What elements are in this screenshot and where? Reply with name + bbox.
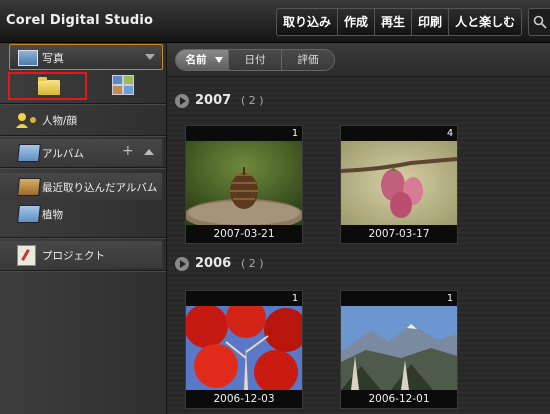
photo-thumbnail[interactable]: 1 2007-03-21 <box>185 125 303 244</box>
sort-by-name-button[interactable]: 名前 <box>176 50 229 70</box>
sort-descending-icon <box>215 57 223 63</box>
photo-blossom <box>341 141 457 225</box>
album-section-header[interactable]: アルバム + <box>0 139 162 166</box>
sidebar-item-label: 最近取り込んだアルバム <box>42 182 158 194</box>
divider <box>0 270 166 272</box>
expand-icon <box>175 94 189 108</box>
photo-date: 2006-12-01 <box>368 393 430 405</box>
people-icon <box>16 113 36 128</box>
nav-print[interactable]: 印刷 <box>412 9 450 35</box>
album-section-label: アルバム <box>42 148 84 160</box>
photo-pinecone <box>186 141 302 225</box>
sidebar-item-label: プロジェクト <box>42 250 105 262</box>
divider <box>0 167 166 169</box>
photo-thumbnail[interactable]: 1 2006-12-01 <box>340 290 458 409</box>
sidebar-item-plants[interactable]: 植物 <box>0 200 162 227</box>
nav-play[interactable]: 再生 <box>375 9 413 35</box>
photo-mountains <box>341 306 457 390</box>
search-icon <box>533 15 547 29</box>
main-nav: 取り込み 作成 再生 印刷 人と楽しむ <box>276 8 523 36</box>
photo-red-maple <box>186 306 302 390</box>
divider <box>0 237 166 239</box>
collapse-icon[interactable] <box>144 149 154 155</box>
photo-count-badge: 1 <box>291 293 298 304</box>
nav-import[interactable]: 取り込み <box>277 9 339 35</box>
sidebar-item-label: 人物/顔 <box>42 115 78 127</box>
nav-share[interactable]: 人と楽しむ <box>449 9 521 35</box>
library-dropdown[interactable]: 写真 <box>9 44 163 70</box>
sort-by-name-label: 名前 <box>185 54 207 66</box>
photo-browser: 名前 日付 評価 2007 ( 2 ) 1 2007-03-21 4 2007-… <box>167 43 550 414</box>
add-album-icon[interactable]: + <box>122 143 134 159</box>
photo-count-badge: 1 <box>291 128 298 139</box>
search-box[interactable] <box>528 8 550 36</box>
nav-create[interactable]: 作成 <box>338 9 376 35</box>
thumbnail-view-button[interactable] <box>111 74 135 96</box>
sidebar: 写真 人物/顔 アルバム + 最近取り込んだアルバム 植物 プロジェクト <box>0 43 167 414</box>
project-icon <box>17 245 36 266</box>
divider <box>0 103 166 105</box>
photo-thumbnail[interactable]: 4 2007-03-17 <box>340 125 458 244</box>
group-year: 2006 <box>195 256 232 271</box>
sort-by-rating-button[interactable]: 評価 <box>282 50 334 70</box>
photo-date: 2007-03-17 <box>368 228 430 240</box>
sort-by-date-button[interactable]: 日付 <box>229 50 282 70</box>
photo-thumbnail[interactable]: 1 2006-12-03 <box>185 290 303 409</box>
group-count: ( 2 ) <box>241 257 264 270</box>
sort-segmented-control: 名前 日付 評価 <box>175 49 335 71</box>
album-icon <box>17 144 41 162</box>
photo-date: 2007-03-21 <box>213 228 275 240</box>
sidebar-item-label: 植物 <box>42 209 63 221</box>
album-icon <box>17 205 41 223</box>
chevron-down-icon <box>145 54 155 60</box>
library-dropdown-label: 写真 <box>42 52 64 65</box>
photo-count-badge: 1 <box>446 293 453 304</box>
expand-icon <box>175 257 189 271</box>
group-count: ( 2 ) <box>241 94 264 107</box>
photo-library-icon <box>18 50 38 66</box>
title-bar: Corel Digital Studio 取り込み 作成 再生 印刷 人と楽しむ <box>0 0 550 43</box>
photo-date: 2006-12-03 <box>213 393 275 405</box>
sidebar-item-recent-album[interactable]: 最近取り込んだアルバム <box>0 173 162 200</box>
divider <box>0 135 166 137</box>
group-year: 2007 <box>195 93 232 108</box>
app-title: Corel Digital Studio <box>6 13 154 28</box>
folder-view-button[interactable] <box>8 72 87 100</box>
sidebar-item-project[interactable]: プロジェクト <box>0 241 162 268</box>
photo-count-badge: 4 <box>446 128 453 139</box>
album-thumbnail-icon <box>17 178 41 196</box>
sidebar-item-people[interactable]: 人物/顔 <box>0 106 162 133</box>
folder-icon <box>38 77 60 95</box>
sort-bar: 名前 日付 評価 <box>167 43 550 77</box>
